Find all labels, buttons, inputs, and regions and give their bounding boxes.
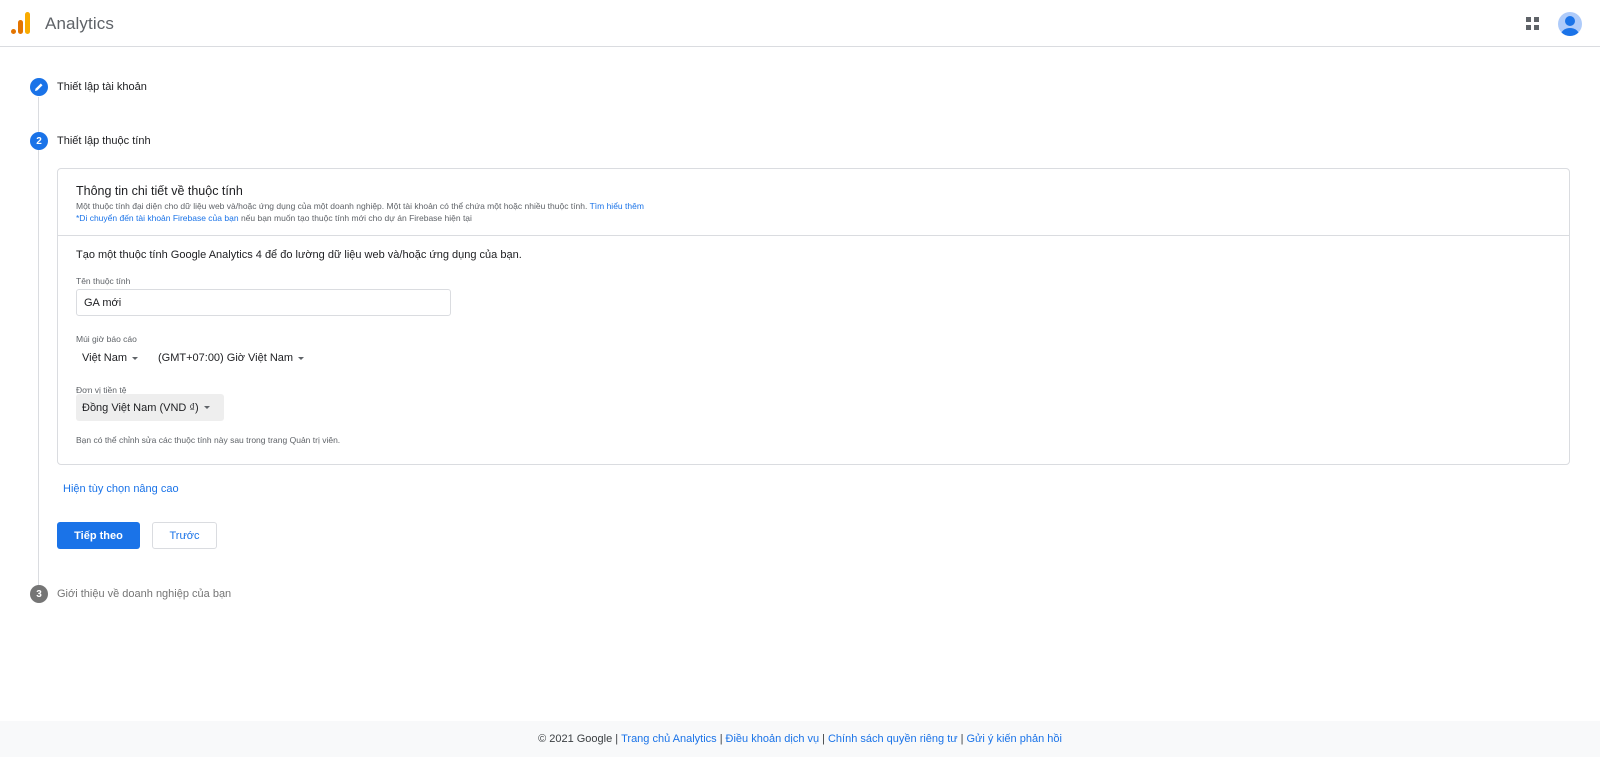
timezone-label: Múi giờ báo cáo: [76, 334, 137, 344]
property-name-input[interactable]: [76, 289, 451, 316]
chevron-down-icon: [203, 406, 210, 409]
card-description: Một thuộc tính đại diện cho dữ liệu web …: [76, 201, 644, 211]
app-title[interactable]: Analytics: [45, 14, 114, 34]
card-description-text: Một thuộc tính đại diện cho dữ liệu web …: [76, 201, 588, 211]
card-intro-text: Tạo một thuộc tính Google Analytics 4 để…: [76, 249, 522, 261]
pencil-edit-icon: [35, 83, 43, 91]
currency-value: Đồng Việt Nam (VND ₫): [82, 401, 199, 414]
firebase-note-text: nếu bạn muốn tạo thuộc tính mới cho dự á…: [240, 213, 472, 223]
footer-link-feedback[interactable]: Gửi ý kiến phản hồi: [967, 733, 1062, 745]
top-app-bar: Analytics: [0, 0, 1600, 47]
step-2-indicator: 2: [30, 132, 48, 150]
next-button[interactable]: Tiếp theo: [57, 522, 140, 549]
currency-dropdown[interactable]: Đồng Việt Nam (VND ₫): [76, 394, 224, 421]
firebase-link[interactable]: *Di chuyển đến tài khoản Firebase của bạ…: [76, 213, 239, 223]
card-title: Thông tin chi tiết về thuộc tính: [76, 184, 243, 198]
footer-separator: |: [615, 733, 619, 745]
footer-link-analytics-home[interactable]: Trang chủ Analytics: [621, 733, 717, 745]
step-3-indicator: 3: [30, 585, 48, 603]
chevron-down-icon: [298, 356, 305, 360]
footer-link-privacy[interactable]: Chính sách quyền riêng tư: [828, 733, 958, 745]
timezone-value: (GMT+07:00) Giờ Việt Nam: [158, 352, 294, 364]
account-avatar-icon[interactable]: [1558, 12, 1582, 36]
footer-link-terms[interactable]: Điều khoản dịch vụ: [726, 733, 820, 745]
footer-separator: |: [719, 733, 723, 745]
stepper-connector-line: [38, 97, 39, 587]
step-1-title[interactable]: Thiết lập tài khoản: [57, 81, 147, 93]
footer-separator: |: [960, 733, 964, 745]
page-footer: © 2021 Google | Trang chủ Analytics | Đi…: [0, 721, 1600, 757]
step-3-title: Giới thiệu về doanh nghiệp của bạn: [57, 588, 232, 600]
step-1-complete-indicator[interactable]: [30, 78, 48, 96]
footer-copyright: © 2021 Google: [538, 733, 613, 745]
back-button[interactable]: Trước: [152, 522, 217, 549]
country-value: Việt Nam: [82, 352, 128, 364]
timezone-dropdown[interactable]: (GMT+07:00) Giờ Việt Nam: [158, 351, 305, 365]
firebase-note: *Di chuyển đến tài khoản Firebase của bạ…: [76, 213, 472, 223]
show-advanced-options-link[interactable]: Hiện tùy chọn nâng cao: [63, 483, 179, 495]
step-2-title: Thiết lập thuộc tính: [57, 135, 151, 147]
card-footnote: Bạn có thể chỉnh sửa các thuộc tính này …: [76, 435, 341, 445]
chevron-down-icon: [132, 356, 139, 360]
property-details-card: Thông tin chi tiết về thuộc tính Một thu…: [57, 168, 1570, 465]
analytics-logo-icon[interactable]: [11, 12, 31, 34]
learn-more-link[interactable]: Tìm hiểu thêm: [590, 201, 644, 211]
card-header: Thông tin chi tiết về thuộc tính Một thu…: [58, 169, 1569, 236]
footer-separator: |: [822, 733, 825, 745]
apps-grid-icon[interactable]: [1526, 17, 1540, 31]
property-name-label: Tên thuộc tính: [76, 276, 131, 286]
country-dropdown[interactable]: Việt Nam: [82, 351, 139, 365]
